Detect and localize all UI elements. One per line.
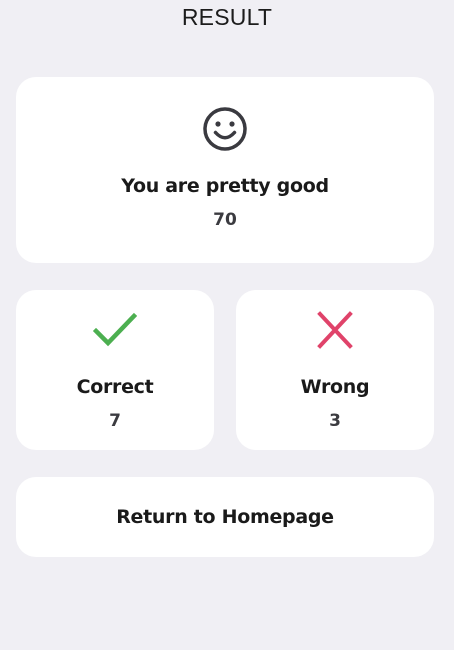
return-to-homepage-label: Return to Homepage: [116, 506, 334, 528]
result-message: You are pretty good: [121, 175, 329, 197]
wrong-count: 3: [329, 411, 341, 431]
return-to-homepage-button[interactable]: Return to Homepage: [16, 477, 434, 557]
smiley-face-icon: [203, 107, 247, 151]
checkmark-icon: [93, 312, 137, 347]
score-card: You are pretty good 70: [16, 77, 434, 263]
wrong-label: Wrong: [300, 376, 370, 398]
score-value: 70: [213, 210, 237, 230]
cross-icon: [317, 311, 353, 349]
correct-count: 7: [109, 411, 121, 431]
wrong-card: Wrong 3: [236, 290, 434, 450]
page-title: RESULT: [181, 4, 273, 30]
correct-label: Correct: [76, 376, 154, 398]
correct-card: Correct 7: [16, 290, 214, 450]
